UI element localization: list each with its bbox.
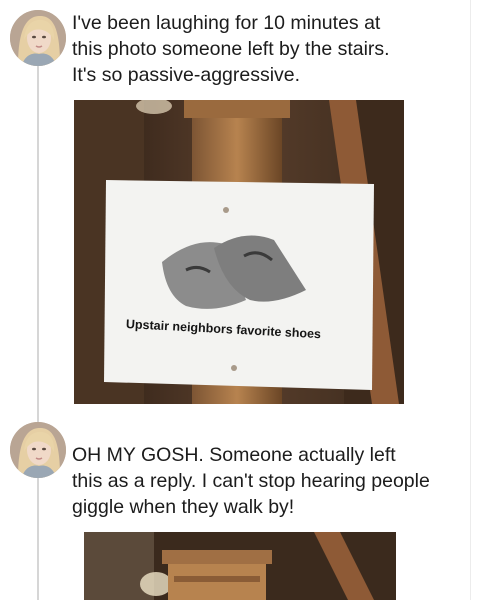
avatar-photo (10, 422, 66, 478)
post-text: OH MY GOSH. Someone actually left this a… (72, 444, 430, 518)
page-edge-divider (470, 0, 471, 600)
stairwell-reply-photo (84, 532, 396, 600)
avatar-photo (10, 10, 66, 66)
avatar[interactable] (10, 422, 66, 478)
avatar[interactable] (10, 10, 66, 66)
post-text: I've been laughing for 10 minutes at thi… (72, 12, 390, 86)
thread-connector-line (37, 64, 39, 600)
stairwell-sign-photo (74, 100, 404, 404)
post-photo[interactable] (74, 100, 404, 404)
post-photo[interactable] (84, 532, 396, 600)
